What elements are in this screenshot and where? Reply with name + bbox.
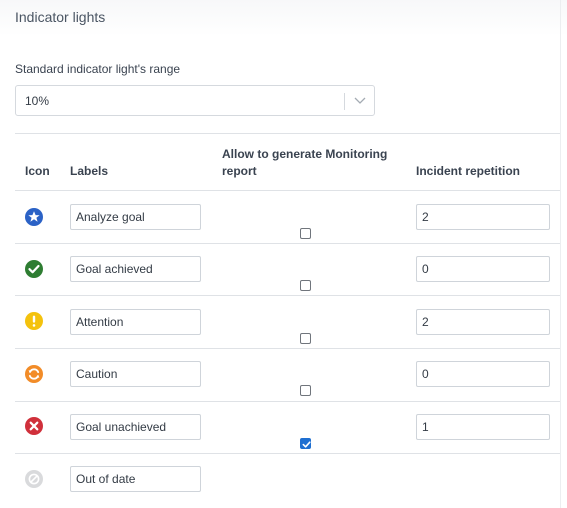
incident-repetition-input[interactable] [416,309,550,335]
range-select-value: 10% [25,94,50,108]
column-header-icon: Icon [25,164,50,178]
x-circle-icon [25,417,43,435]
check-circle-icon [25,260,43,278]
column-header-allow-report: Allow to generate Monitoring report [222,147,388,178]
incident-repetition-input[interactable] [416,204,550,230]
row-divider [15,243,560,244]
section-title: Indicator lights [15,9,106,25]
incident-repetition-input[interactable] [416,414,550,440]
label-input[interactable] [70,414,201,440]
allow-report-checkbox[interactable] [300,333,311,344]
row-divider [15,295,560,296]
ban-circle-icon [25,470,43,488]
exclamation-circle-icon [25,312,43,330]
range-select[interactable]: 10% [15,85,375,116]
divider [15,133,560,134]
label-input[interactable] [70,466,201,492]
row-divider [15,453,560,454]
incident-repetition-input[interactable] [416,256,550,282]
allow-report-checkbox[interactable] [300,228,311,239]
allow-report-checkbox[interactable] [300,385,311,396]
select-separator [344,93,345,110]
column-header-incident-repetition: Incident repetition [416,164,521,178]
label-input[interactable] [70,204,201,230]
row-divider [15,401,560,402]
panel-edge [560,0,561,508]
column-header-labels: Labels [70,164,109,178]
allow-report-checkbox[interactable] [300,280,311,291]
header-divider [15,190,560,191]
chevron-down-icon[interactable] [353,95,367,107]
refresh-circle-icon [25,365,43,383]
checkmark-icon [302,441,311,448]
range-label: Standard indicator light's range [15,62,181,76]
label-input[interactable] [70,361,201,387]
label-input[interactable] [70,256,201,282]
label-input[interactable] [70,309,201,335]
star-circle-icon [25,208,43,226]
row-divider [15,348,560,349]
incident-repetition-input[interactable] [416,361,550,387]
allow-report-checkbox[interactable] [300,438,311,449]
